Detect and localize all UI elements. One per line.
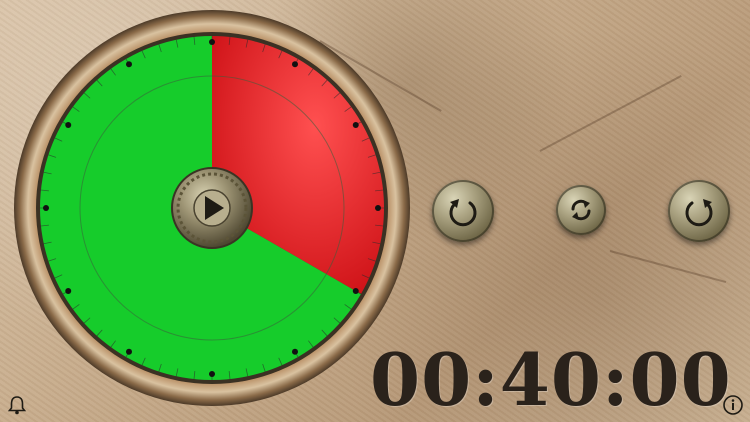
swap-direction-icon: [571, 199, 591, 221]
major-tick: [43, 205, 49, 211]
rotate-counterclockwise-button[interactable]: [432, 180, 494, 242]
bell-icon[interactable]: [6, 394, 28, 416]
major-tick: [352, 288, 359, 294]
major-tick: [126, 61, 132, 68]
major-tick: [292, 61, 298, 68]
timer-dial[interactable]: [12, 8, 412, 408]
info-icon[interactable]: [722, 394, 744, 416]
major-tick: [375, 205, 381, 211]
major-tick: [292, 348, 298, 355]
major-tick: [209, 39, 215, 45]
rotate-counterclockwise-icon: [449, 199, 477, 227]
stone-crack: [539, 75, 682, 152]
stone-crack: [609, 250, 727, 284]
swap-direction-button[interactable]: [556, 185, 606, 235]
major-tick: [209, 371, 215, 377]
major-tick: [126, 348, 132, 355]
time-remaining-display: 00:40:00: [370, 337, 732, 422]
rotate-clockwise-icon: [685, 199, 713, 227]
major-tick: [65, 288, 72, 294]
major-tick: [352, 122, 359, 128]
major-tick: [65, 122, 72, 128]
rotate-clockwise-button[interactable]: [668, 180, 730, 242]
